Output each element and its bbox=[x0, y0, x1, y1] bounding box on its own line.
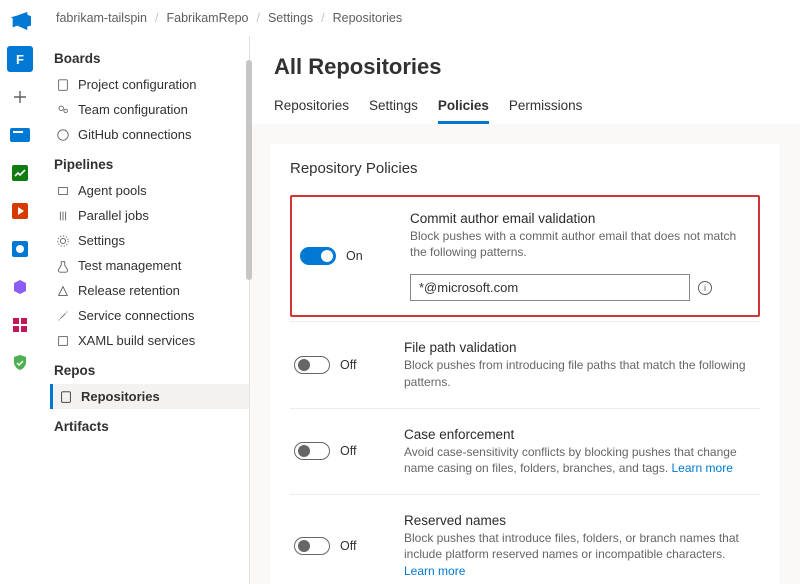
learn-more-link[interactable]: Learn more bbox=[672, 461, 733, 475]
azure-devops-logo[interactable] bbox=[7, 8, 33, 34]
sidebar-item-team-configuration[interactable]: Team configuration bbox=[50, 97, 249, 122]
settings-sidebar: Project Settings Boards Project configur… bbox=[40, 0, 250, 584]
project-avatar[interactable]: F bbox=[7, 46, 33, 72]
toggle-switch[interactable] bbox=[300, 247, 336, 265]
compliance-icon[interactable] bbox=[7, 350, 33, 376]
artifacts-icon[interactable] bbox=[7, 274, 33, 300]
add-icon[interactable] bbox=[7, 84, 33, 110]
policy-name: Case enforcement bbox=[404, 427, 756, 442]
section-header-artifacts: Artifacts bbox=[50, 409, 249, 440]
sidebar-item-xaml-build-services[interactable]: XAML build services bbox=[50, 328, 249, 353]
toggle-wrap: Off bbox=[294, 427, 386, 476]
sidebar-item-settings[interactable]: Settings bbox=[50, 228, 249, 253]
sidebar-item-service-connections[interactable]: Service connections bbox=[50, 303, 249, 328]
policy-desc: Avoid case-sensitivity conflicts by bloc… bbox=[404, 444, 756, 476]
policy-name: File path validation bbox=[404, 340, 756, 355]
pipelines-icon[interactable] bbox=[7, 198, 33, 224]
section-header-boards: Boards bbox=[50, 41, 249, 72]
policy-name: Reserved names bbox=[404, 513, 756, 528]
sidebar-item-project-configuration[interactable]: Project configuration bbox=[50, 72, 249, 97]
section-header-repos: Repos bbox=[50, 353, 249, 384]
tab-repositories[interactable]: Repositories bbox=[274, 96, 349, 124]
tab-permissions[interactable]: Permissions bbox=[509, 96, 583, 124]
toggle-state-label: On bbox=[346, 249, 363, 263]
sidebar-item-label: Release retention bbox=[78, 283, 180, 298]
section-header-pipelines: Pipelines bbox=[50, 147, 249, 178]
repos-icon[interactable] bbox=[7, 160, 33, 186]
sidebar-item-repositories[interactable]: Repositories bbox=[50, 384, 249, 409]
policy-reserved-names: Off Reserved names Block pushes that int… bbox=[290, 494, 760, 584]
toggle-switch[interactable] bbox=[294, 537, 330, 555]
dashboards-icon[interactable] bbox=[7, 312, 33, 338]
page-title: All Repositories bbox=[274, 54, 776, 80]
policy-body: Commit author email validation Block pus… bbox=[410, 211, 750, 301]
policy-desc: Block pushes with a commit author email … bbox=[410, 228, 750, 260]
breadcrumb-item[interactable]: Repositories bbox=[333, 11, 402, 25]
sidebar-item-label: Test management bbox=[78, 258, 181, 273]
policy-commit-author-email: On Commit author email validation Block … bbox=[290, 195, 760, 317]
policy-name: Commit author email validation bbox=[410, 211, 750, 226]
sidebar-item-label: Repositories bbox=[81, 389, 160, 404]
sidebar-item-release-retention[interactable]: Release retention bbox=[50, 278, 249, 303]
toggle-state-label: Off bbox=[340, 539, 356, 553]
toggle-wrap: Off bbox=[294, 340, 386, 389]
repository-policies-card: Repository Policies On Commit author ema… bbox=[270, 144, 780, 584]
policy-desc: Block pushes from introducing file paths… bbox=[404, 357, 756, 389]
breadcrumb: fabrikam-tailspin/ FabrikamRepo/ Setting… bbox=[250, 0, 800, 36]
sidebar-item-label: Settings bbox=[78, 233, 125, 248]
toggle-switch[interactable] bbox=[294, 356, 330, 374]
tab-policies[interactable]: Policies bbox=[438, 96, 489, 124]
card-title: Repository Policies bbox=[290, 160, 760, 177]
toggle-wrap: Off bbox=[294, 513, 386, 579]
test-plans-icon[interactable] bbox=[7, 236, 33, 262]
sidebar-item-label: Team configuration bbox=[78, 102, 188, 117]
sidebar-item-label: Parallel jobs bbox=[78, 208, 149, 223]
pattern-input[interactable] bbox=[410, 274, 690, 301]
tabs: Repositories Settings Policies Permissio… bbox=[274, 96, 776, 124]
sidebar-item-label: Service connections bbox=[78, 308, 194, 323]
boards-icon[interactable] bbox=[7, 122, 33, 148]
policy-file-path-validation: Off File path validation Block pushes fr… bbox=[290, 321, 760, 407]
toggle-switch[interactable] bbox=[294, 442, 330, 460]
policy-case-enforcement: Off Case enforcement Avoid case-sensitiv… bbox=[290, 408, 760, 494]
sidebar-item-agent-pools[interactable]: Agent pools bbox=[50, 178, 249, 203]
toggle-state-label: Off bbox=[340, 444, 356, 458]
sidebar-item-github-connections[interactable]: GitHub connections bbox=[50, 122, 249, 147]
learn-more-link[interactable]: Learn more bbox=[404, 564, 465, 578]
policy-desc: Block pushes that introduce files, folde… bbox=[404, 530, 756, 579]
tab-settings[interactable]: Settings bbox=[369, 96, 418, 124]
sidebar-item-label: XAML build services bbox=[78, 333, 195, 348]
toggle-state-label: Off bbox=[340, 358, 356, 372]
sidebar-item-label: Agent pools bbox=[78, 183, 147, 198]
sidebar-item-label: GitHub connections bbox=[78, 127, 191, 142]
page-header: All Repositories Repositories Settings P… bbox=[250, 36, 800, 124]
sidebar-item-parallel-jobs[interactable]: Parallel jobs bbox=[50, 203, 249, 228]
info-icon[interactable]: i bbox=[698, 281, 712, 295]
sidebar-item-label: Project configuration bbox=[78, 77, 197, 92]
main-panel: fabrikam-tailspin/ FabrikamRepo/ Setting… bbox=[250, 0, 800, 584]
toggle-wrap: On bbox=[300, 211, 392, 301]
nav-rail: F bbox=[0, 0, 40, 584]
sidebar-item-test-management[interactable]: Test management bbox=[50, 253, 249, 278]
breadcrumb-item[interactable]: Settings bbox=[268, 11, 313, 25]
content-area: Repository Policies On Commit author ema… bbox=[250, 124, 800, 584]
